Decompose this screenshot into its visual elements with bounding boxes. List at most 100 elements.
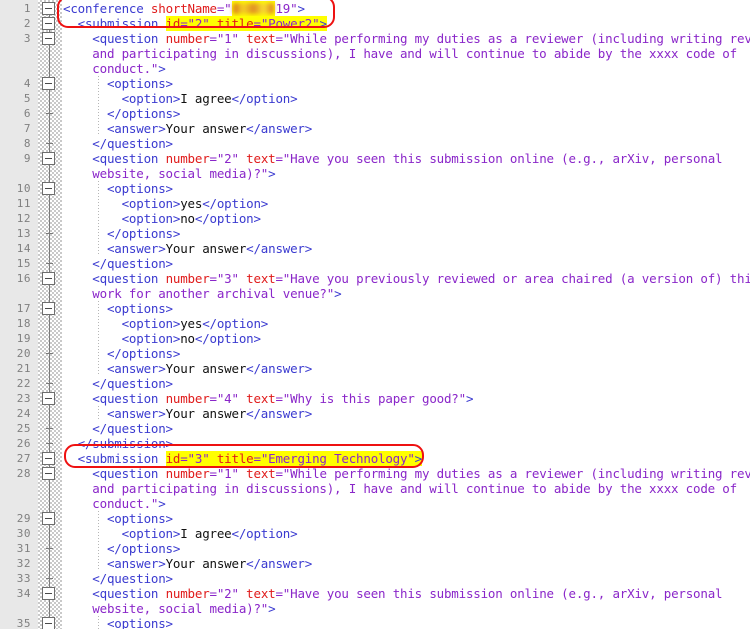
fold-toggle-icon[interactable] (42, 452, 55, 465)
code-line[interactable]: <options> (63, 181, 173, 196)
code-line[interactable]: <question number="1" text="While perform… (63, 31, 750, 46)
code-line[interactable]: <option>no</option> (63, 211, 261, 226)
code-line[interactable]: </options> (63, 541, 180, 556)
code-token: <answer> (63, 241, 166, 256)
fold-toggle-icon[interactable] (42, 512, 55, 525)
code-token: <submission (63, 16, 166, 31)
line-number: 16 (16, 272, 31, 285)
line-number: 13 (16, 227, 31, 240)
fold-toggle-icon[interactable] (42, 392, 55, 405)
code-line[interactable]: <submission id="2" title="Power2"> (63, 16, 327, 31)
line-number: 34 (16, 587, 31, 600)
code-line[interactable]: <question number="1" text="While perform… (63, 466, 750, 481)
code-line[interactable]: <options> (63, 616, 173, 629)
code-line[interactable]: website, social media)?"> (63, 166, 275, 181)
code-line[interactable]: <question number="2" text="Have you seen… (63, 586, 722, 601)
code-token: </option> (231, 91, 298, 106)
code-token: text (246, 586, 276, 601)
code-token: ="While performing my duties as a review… (275, 466, 750, 481)
code-token: ="Emerging Technology" (253, 451, 415, 466)
fold-toggle-icon[interactable] (42, 467, 55, 480)
code-line[interactable]: </question> (63, 571, 173, 586)
fold-toggle-icon[interactable] (42, 2, 55, 15)
code-line[interactable]: </options> (63, 226, 180, 241)
code-line[interactable]: </question> (63, 376, 173, 391)
fold-toggle-icon[interactable] (42, 617, 55, 629)
code-line[interactable]: <answer>Your answer</answer> (63, 361, 312, 376)
code-line[interactable]: <answer>Your answer</answer> (63, 121, 312, 136)
code-token: </answer> (246, 406, 313, 421)
code-line[interactable]: <options> (63, 301, 173, 316)
fold-branch-tick-icon (46, 578, 53, 579)
code-token: website, social media)?" (63, 166, 269, 181)
code-token: title (216, 451, 254, 466)
code-token: website, social media)?" (63, 601, 269, 616)
code-line[interactable]: <options> (63, 76, 173, 91)
code-token: <options> (63, 511, 173, 526)
code-line[interactable]: website, social media)?"> (63, 601, 275, 616)
code-line[interactable]: </options> (63, 106, 180, 121)
code-line[interactable]: </question> (63, 136, 173, 151)
code-token: <option> (63, 211, 181, 226)
code-token: work for another archival venue?" (63, 286, 335, 301)
code-line[interactable]: </question> (63, 256, 173, 271)
code-line[interactable]: <question number="2" text="Have you seen… (63, 151, 722, 166)
code-content-area[interactable]: <conference shortName="CONF1919"> <submi… (63, 0, 750, 629)
fold-toggle-icon[interactable] (42, 587, 55, 600)
code-token: number (165, 271, 210, 286)
code-line[interactable]: work for another archival venue?"> (63, 286, 341, 301)
code-line[interactable]: <option>yes</option> (63, 316, 269, 331)
code-line[interactable]: </question> (63, 421, 173, 436)
code-line[interactable]: <question number="3" text="Have you prev… (63, 271, 750, 286)
fold-toggle-icon[interactable] (42, 152, 55, 165)
code-line[interactable]: <answer>Your answer</answer> (63, 241, 312, 256)
code-token: <option> (63, 331, 181, 346)
code-token: Your answer (165, 241, 247, 256)
code-line[interactable]: conduct."> (63, 61, 165, 76)
code-token: ="3" (180, 451, 217, 466)
code-line[interactable]: <option>I agree</option> (63, 526, 298, 541)
fold-branch-tick-icon (46, 353, 53, 354)
code-line[interactable]: <submission id="3" title="Emerging Techn… (63, 451, 422, 466)
code-line[interactable]: <question number="4" text="Why is this p… (63, 391, 473, 406)
xml-code-editor[interactable]: 1 2 3 4 5 6 7 8 9 10 11 12 13 14 15 16 17 18 19 20 21 22 23 24 2… (0, 0, 750, 629)
code-line[interactable]: <options> (63, 511, 173, 526)
code-token: </question> (63, 136, 173, 151)
fold-toggle-icon[interactable] (42, 272, 55, 285)
code-line[interactable]: <answer>Your answer</answer> (63, 556, 312, 571)
code-folding-gutter[interactable] (38, 0, 62, 629)
fold-toggle-icon[interactable] (42, 77, 55, 90)
line-number: 10 (16, 182, 31, 195)
fold-toggle-icon[interactable] (42, 182, 55, 195)
code-line[interactable]: and participating in discussions), I hav… (63, 481, 737, 496)
line-number: 11 (16, 197, 31, 210)
code-token: <question (63, 31, 166, 46)
code-token: ="Why is this paper good?" (275, 391, 466, 406)
fold-toggle-icon[interactable] (42, 32, 55, 45)
code-line[interactable]: conduct."> (63, 496, 165, 511)
code-token: > (297, 1, 305, 16)
code-line[interactable]: </options> (63, 346, 180, 361)
fold-toggle-icon[interactable] (42, 302, 55, 315)
line-number: 12 (16, 212, 31, 225)
code-line[interactable]: <option>no</option> (63, 331, 261, 346)
fold-branch-tick-icon (46, 263, 53, 264)
code-token: <answer> (63, 121, 166, 136)
code-line[interactable]: <conference shortName="CONF1919"> (63, 1, 305, 16)
code-token: <option> (63, 91, 181, 106)
code-token: I agree (180, 526, 232, 541)
code-token: <option> (63, 316, 181, 331)
code-token: <question (63, 151, 166, 166)
code-line[interactable]: <option>yes</option> (63, 196, 269, 211)
code-token: <conference (63, 1, 151, 16)
code-line[interactable]: and participating in discussions), I hav… (63, 46, 737, 61)
code-line[interactable]: <option>I agree</option> (63, 91, 298, 106)
line-number: 25 (16, 422, 31, 435)
fold-toggle-icon[interactable] (42, 17, 55, 30)
line-number: 8 (23, 137, 31, 150)
code-line[interactable]: <answer>Your answer</answer> (63, 406, 312, 421)
code-token: <question (63, 466, 166, 481)
code-line[interactable]: </submission> (63, 436, 173, 451)
code-token: </option> (202, 196, 269, 211)
code-token: </question> (63, 571, 173, 586)
